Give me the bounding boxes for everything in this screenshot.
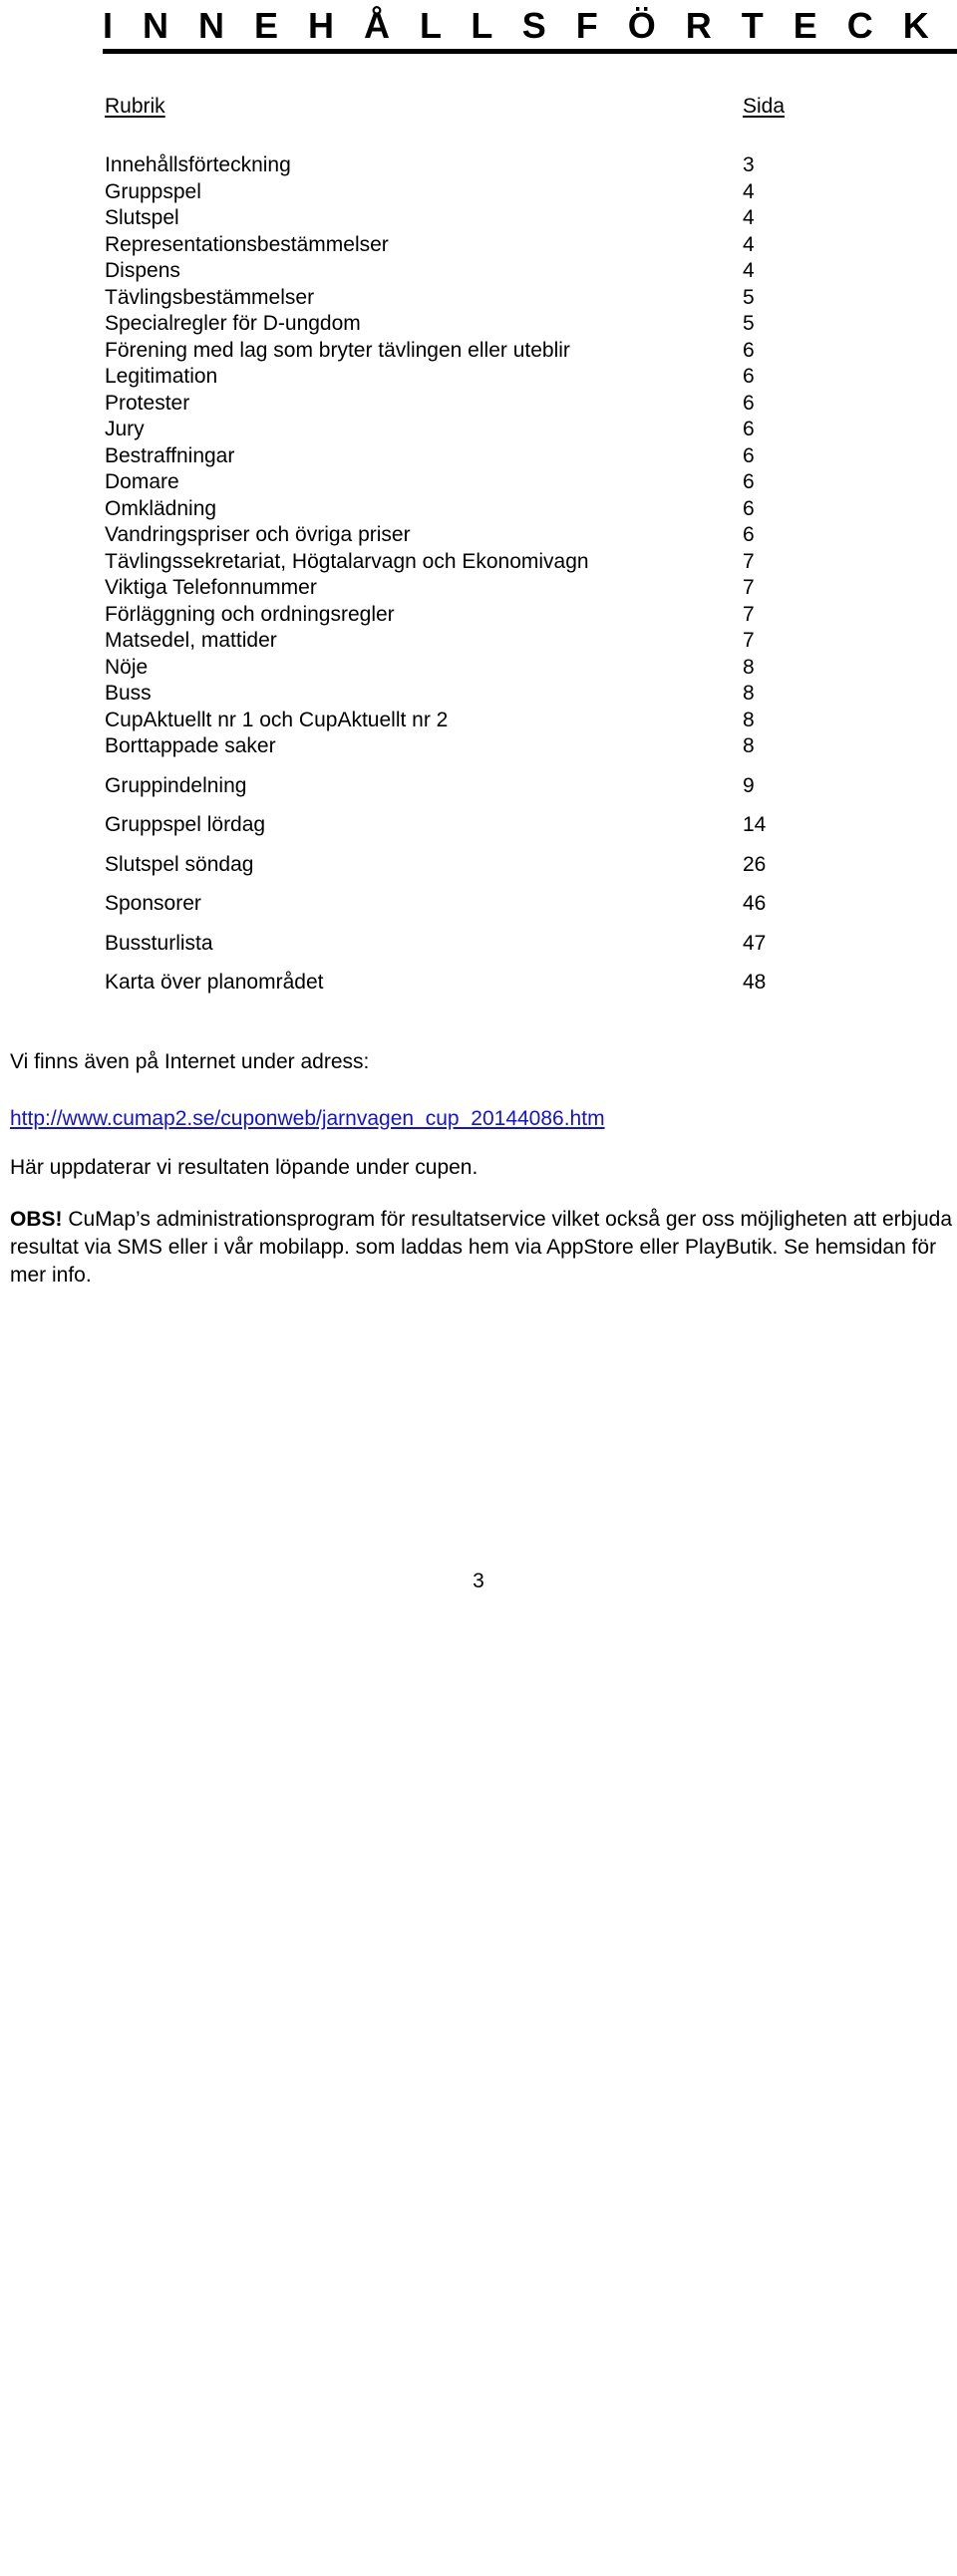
toc-entry-label: Förläggning och ordningsregler [105,602,395,626]
toc-entry-label: Innehållsförteckning [105,153,291,176]
toc-row: Tävlingssekretariat, Högtalarvagn och Ek… [0,548,957,2155]
toc-row: Tävlingsbestämmelser 5 [0,284,957,1891]
toc-row: Innehållsförteckning 3 [0,152,957,1759]
toc-row: Specialregler för D-ungdom 5 [0,311,957,1917]
obs-paragraph: OBS! CuMap’s administrationsprogram för … [10,1206,957,1289]
toc-row: Slutspel söndag 26 [0,851,957,2458]
table-of-contents: Rubrik Sida Innehållsförteckning 3 Gruppsp… [0,95,957,2576]
toc-row: Gruppspel 4 [0,178,957,1786]
toc-column-headers: Rubrik Sida [0,95,957,121]
document-page: I N N E H Å L L S F Ö R T E C K N I N G … [0,0,957,2576]
toc-row: Domare 6 [0,469,957,2076]
obs-prefix-label: OBS! [10,1208,63,1231]
toc-entry-label: CupAktuellt nr 1 och CupAktuellt nr 2 [105,708,449,731]
toc-entry-label: Viktiga Telefonnummer [105,576,317,599]
toc-entry-label: Jury [105,418,145,440]
page-number-footer: 3 [473,1570,484,1592]
toc-row: Protester 6 [0,390,957,1997]
toc-entry-label: Bussturlista [105,931,213,955]
toc-row: Borttappade saker 8 [0,733,957,2340]
toc-entry-label: Protester [105,391,190,415]
toc-entry-label: Omklädning [105,496,217,520]
toc-row: Förening med lag som bryter tävlingen el… [0,337,957,1944]
footer-notes: Vi finns även på Internet under adress: … [10,1048,952,1289]
toc-row: Legitimation 6 [0,364,957,1970]
internet-intro-line: Vi finns även på Internet under adress: [10,1050,370,1073]
toc-entry-list: Innehållsförteckning 3 Gruppspel 4 Slutspel 4… [0,152,957,2576]
toc-row: Bestraffningar 6 [0,442,957,2050]
toc-row: Gruppindelning 9 [0,772,957,2380]
toc-row: Viktiga Telefonnummer 7 [0,575,957,2181]
obs-body-text: CuMap’s administrationsprogram för resul… [10,1208,953,1287]
page-title: I N N E H Å L L S F Ö R T E C K N I N G [103,4,957,54]
toc-entry-label: Specialregler för D-ungdom [105,312,361,335]
toc-entry-label: Gruppspel [105,179,201,203]
toc-entry-label: Nöje [105,655,149,679]
toc-entry-label: Tävlingsbestämmelser [105,285,315,309]
toc-entry-label: Domare [105,470,179,493]
toc-row: Vandringspriser och övriga priser 6 [0,522,957,2129]
toc-entry-label: Gruppspel lördag [105,813,266,836]
toc-row: CupAktuellt nr 1 och CupAktuellt nr 28 [0,707,957,2314]
results-update-line: Här uppdaterar vi resultaten löpande und… [10,1156,478,1179]
toc-entry-label: Dispens [105,259,180,282]
toc-header-rubrik: Rubrik [105,95,165,118]
toc-header-sida: Sida [743,95,786,118]
toc-entry-label: Legitimation [105,365,218,388]
toc-entry-label: Bestraffningar [105,443,235,467]
toc-row: Jury 6 [0,417,957,2023]
toc-entry-label: Sponsorer [105,892,201,915]
toc-row: Bussturlista 47 [0,930,957,2537]
toc-row: Karta över planområdet 48 [0,970,957,2576]
toc-entry-label: Matsedel, mattider [105,629,277,652]
toc-row: Gruppspel lördag 14 [0,812,957,2419]
toc-row: Dispens 4 [0,258,957,1864]
toc-row: Buss 8 [0,681,957,2287]
toc-row: Representationsbestämmelser 4 [0,231,957,1839]
toc-entry-label: Gruppindelning [105,773,247,797]
toc-row: Slutspel 4 [0,205,957,1812]
toc-row: Matsedel, mattider 7 [0,628,957,2234]
toc-entry-label: Buss [105,682,152,705]
website-url-link[interactable]: http://www.cumap2.se/cuponweb/jarnvagen_… [10,1105,605,1132]
toc-entry-label: Slutspel söndag [105,852,254,876]
toc-row: Nöje 8 [0,654,957,2261]
toc-row: Omklädning 6 [0,495,957,2103]
toc-row: Förläggning och ordningsregler 7 [0,601,957,2208]
toc-entry-label: Förening med lag som bryter tävlingen el… [105,338,570,362]
toc-row: Sponsorer 46 [0,891,957,2497]
toc-entry-label: Slutspel [105,206,179,229]
toc-entry-label: Tävlingssekretariat, Högtalarvagn och Ek… [105,549,589,573]
toc-entry-label: Vandringspriser och övriga priser [105,523,411,546]
toc-entry-label: Karta över planområdet [105,971,324,994]
toc-entry-label: Borttappade saker [105,734,276,757]
toc-entry-label: Representationsbestämmelser [105,232,389,256]
